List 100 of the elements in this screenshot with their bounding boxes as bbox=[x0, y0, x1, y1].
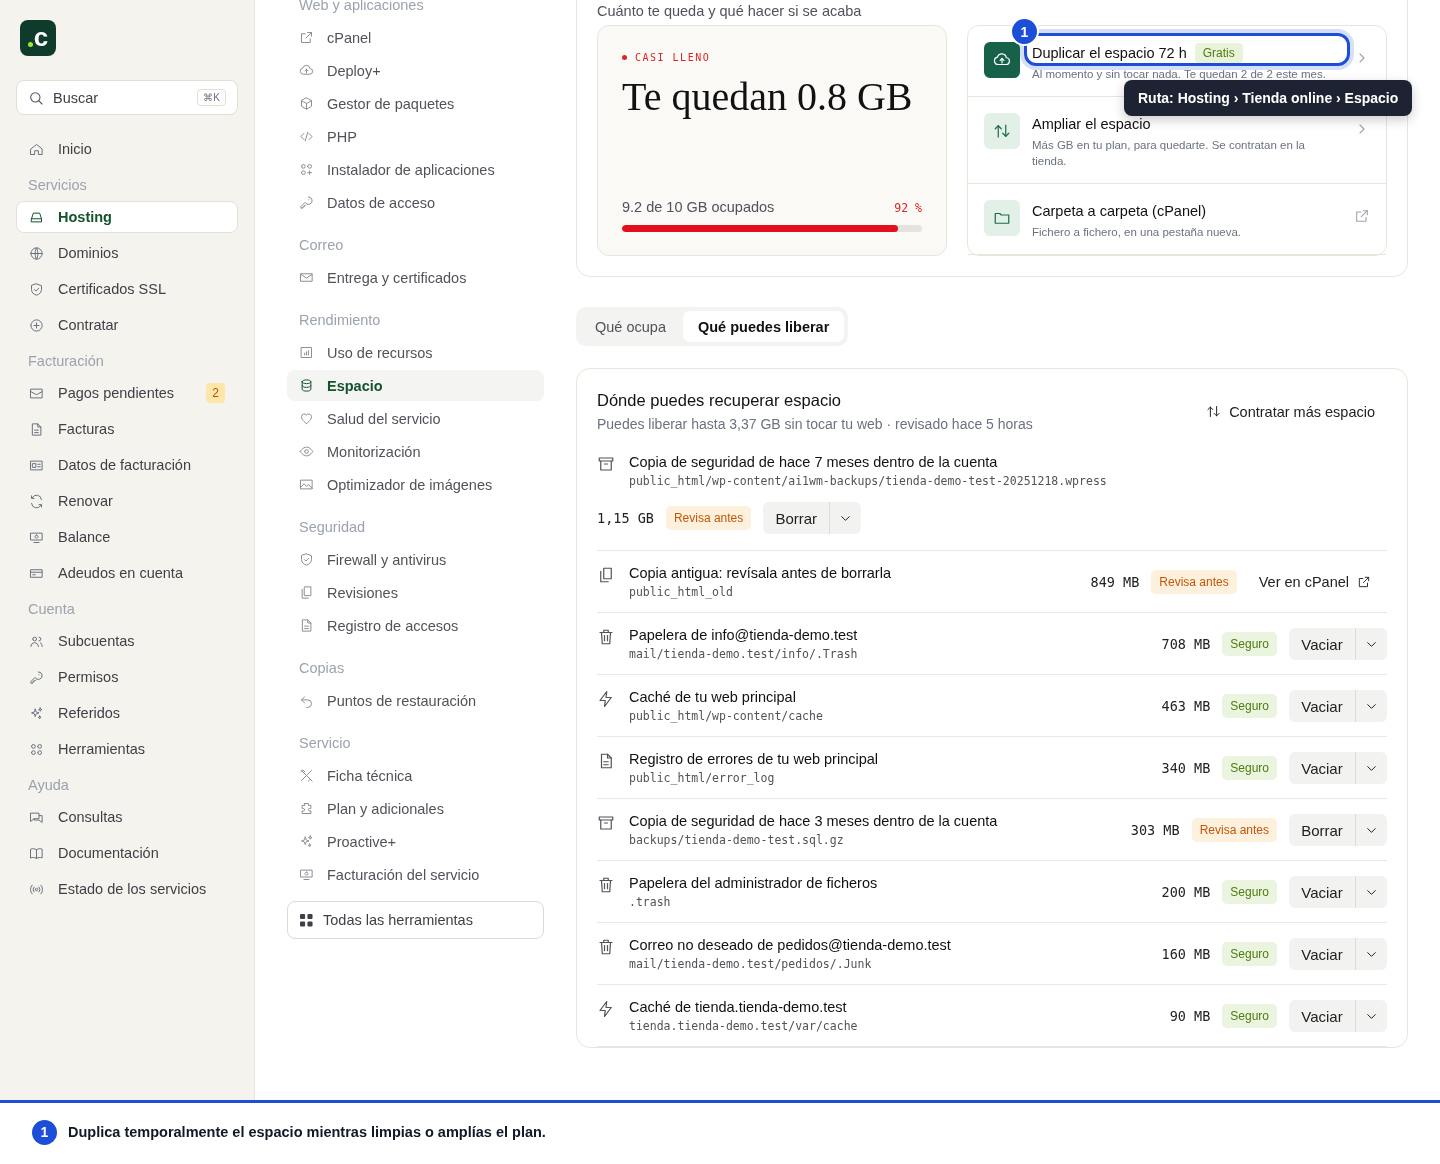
tab[interactable]: Qué puedes liberar bbox=[682, 311, 845, 342]
action-button[interactable]: Vaciar bbox=[1289, 690, 1355, 722]
action-button[interactable]: Borrar bbox=[1289, 814, 1355, 846]
sidebar-item[interactable]: Estado de los servicios bbox=[16, 873, 238, 905]
sidebar-item[interactable]: Documentación bbox=[16, 837, 238, 869]
subnav-item[interactable]: cPanel bbox=[287, 22, 544, 53]
book-icon bbox=[29, 845, 44, 861]
file-path: public_html/wp-content/ai1wm-backups/tienda-demo-test-20251218.wpress bbox=[629, 474, 1107, 488]
buy-more-space-button[interactable]: Contratar más espacio bbox=[1206, 403, 1387, 420]
action-button[interactable]: Vaciar bbox=[1289, 1000, 1355, 1032]
subnav-item[interactable]: Proactive+ bbox=[287, 826, 544, 857]
envelope-icon bbox=[299, 270, 314, 285]
eye-icon bbox=[299, 444, 314, 459]
puzzle-icon bbox=[299, 801, 314, 816]
action-item[interactable]: Carpeta a carpeta (cPanel) Fichero a fichero, en una pestaña nueva. bbox=[968, 184, 1386, 255]
file-path: public_html/wp-content/cache bbox=[629, 709, 823, 723]
nav-section-heading: Web y aplicaciones bbox=[298, 0, 425, 15]
subnav-item[interactable]: Salud del servicio bbox=[287, 403, 544, 434]
sidebar-item[interactable]: Referidos bbox=[16, 697, 238, 729]
subnav-item[interactable]: Facturación del servicio bbox=[287, 859, 544, 890]
chart-icon bbox=[299, 345, 314, 360]
size-value: 90 MB bbox=[1169, 1008, 1211, 1024]
status-badge: Seguro bbox=[1222, 942, 1277, 966]
subnav-item[interactable]: Puntos de restauración bbox=[287, 685, 544, 716]
sidebar-item[interactable]: Certificados SSL bbox=[16, 273, 238, 305]
shield-icon bbox=[299, 552, 314, 567]
more-options-button[interactable] bbox=[1355, 1000, 1387, 1032]
shield-icon bbox=[29, 281, 44, 297]
lightning-icon bbox=[597, 1000, 615, 1018]
sidebar-item[interactable]: Facturas bbox=[16, 413, 238, 445]
chat-icon bbox=[29, 809, 44, 825]
subnav-item[interactable]: Espacio bbox=[287, 370, 544, 401]
more-options-button[interactable] bbox=[1355, 752, 1387, 784]
users-icon bbox=[29, 633, 44, 649]
action-button[interactable]: Vaciar bbox=[1289, 876, 1355, 908]
sidebar-item[interactable]: Datos de facturación bbox=[16, 449, 238, 481]
subnav-item[interactable]: Optimizador de imágenes bbox=[287, 469, 544, 500]
more-options-button[interactable] bbox=[1355, 814, 1387, 846]
envelope-icon bbox=[29, 385, 44, 401]
sidebar-item[interactable]: Dominios bbox=[16, 237, 238, 269]
action-button[interactable]: Vaciar bbox=[1289, 938, 1355, 970]
subnav-item[interactable]: Ficha técnica bbox=[287, 760, 544, 791]
trash-icon bbox=[597, 628, 615, 646]
more-options-button[interactable] bbox=[1355, 876, 1387, 908]
monitor-icon bbox=[299, 867, 314, 882]
file-path: public_html_old bbox=[629, 585, 734, 599]
sidebar-item[interactable]: Contratar bbox=[16, 309, 238, 341]
subnav-item[interactable]: Deploy+ bbox=[287, 55, 544, 86]
subnav-item[interactable]: Uso de recursos bbox=[287, 337, 544, 368]
subnav-item[interactable]: Entrega y certificados bbox=[287, 262, 544, 293]
nav-section-heading: Rendimiento bbox=[298, 311, 382, 330]
subnav-item[interactable]: Monitorización bbox=[287, 436, 544, 467]
action-description: Más GB en tu plan, para quedarte. Se contratan en la tienda. bbox=[1032, 138, 1306, 169]
grid-icon bbox=[300, 913, 313, 927]
sidebar-item[interactable]: Permisos bbox=[16, 661, 238, 693]
sidebar-item[interactable]: Consultas bbox=[16, 801, 238, 833]
more-options-button[interactable] bbox=[1355, 628, 1387, 660]
subnav-item[interactable]: Gestor de paquetes bbox=[287, 88, 544, 119]
action-button[interactable]: Vaciar bbox=[1289, 752, 1355, 784]
more-options-button[interactable] bbox=[1355, 690, 1387, 722]
subnav-item[interactable]: Plan y adicionales bbox=[287, 793, 544, 824]
more-options-button[interactable] bbox=[1355, 938, 1387, 970]
grid-icon bbox=[29, 741, 44, 757]
status-badge: Revisa antes bbox=[1191, 818, 1277, 842]
sidebar-item[interactable]: Subcuentas bbox=[16, 625, 238, 657]
file-path: public_html/error_log bbox=[629, 771, 776, 785]
status-badge: Seguro bbox=[1222, 694, 1277, 718]
size-value: 1,15 GB bbox=[597, 510, 654, 526]
sidebar-item[interactable]: Herramientas bbox=[16, 733, 238, 765]
sidebar-item[interactable]: Pagos pendientes 2 bbox=[16, 377, 238, 409]
monitor-icon bbox=[29, 529, 44, 545]
view-link[interactable]: Ver en cPanel bbox=[1248, 574, 1387, 590]
sidebar-item[interactable]: Inicio bbox=[16, 133, 238, 165]
action-button[interactable]: Vaciar bbox=[1289, 628, 1355, 660]
globe-icon bbox=[29, 245, 44, 261]
key-icon bbox=[29, 669, 44, 685]
subnav-item[interactable]: Instalador de aplicaciones bbox=[287, 154, 544, 185]
subnav-item[interactable]: Revisiones bbox=[287, 577, 544, 608]
item-title: Registro de errores de tu web principal bbox=[629, 751, 879, 767]
tab[interactable]: Qué ocupa bbox=[580, 311, 681, 342]
all-tools-button[interactable]: Todas las herramientas bbox=[287, 901, 544, 939]
subnav-item[interactable]: Registro de accesos bbox=[287, 610, 544, 641]
subnav-item[interactable]: PHP bbox=[287, 121, 544, 152]
image-icon bbox=[299, 477, 314, 492]
card-title: Dónde puedes recuperar espacio bbox=[597, 391, 842, 410]
sidebar-item[interactable]: Renovar bbox=[16, 485, 238, 517]
more-options-button[interactable] bbox=[829, 502, 862, 534]
item-title: Correo no deseado de pedidos@tienda-demo.test bbox=[629, 937, 951, 953]
usage-text: 9.2 de 10 GB ocupados bbox=[622, 199, 775, 215]
document-icon bbox=[29, 421, 44, 437]
undo-icon bbox=[299, 693, 314, 708]
sidebar-item[interactable]: Adeudos en cuenta bbox=[16, 557, 238, 589]
subnav-item[interactable]: Firewall y antivirus bbox=[287, 544, 544, 575]
action-title: Carpeta a carpeta (cPanel) bbox=[1032, 203, 1207, 219]
nav-section-heading: Copias bbox=[298, 659, 346, 678]
nav-section-heading: Seguridad bbox=[298, 518, 367, 537]
subnav-item[interactable]: Datos de acceso bbox=[287, 187, 544, 218]
sidebar-item[interactable]: Hosting bbox=[16, 201, 238, 233]
action-button[interactable]: Borrar bbox=[763, 502, 830, 534]
sidebar-item[interactable]: Balance bbox=[16, 521, 238, 553]
